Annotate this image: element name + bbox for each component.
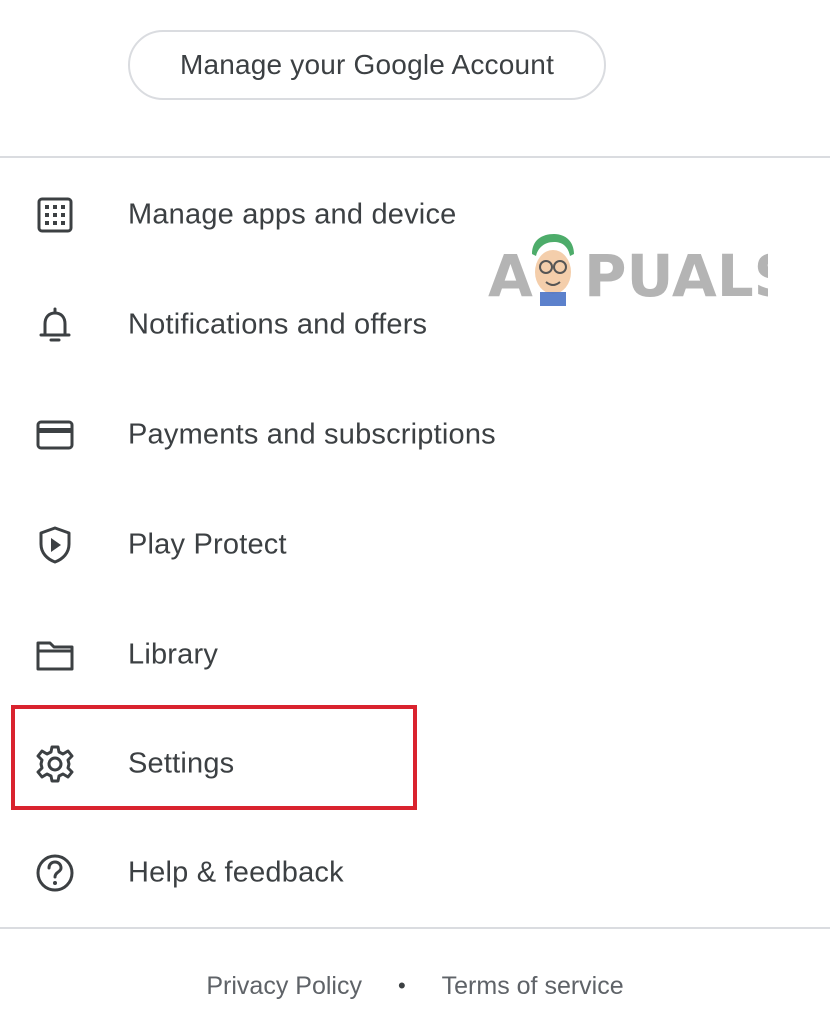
menu-item-label: Settings	[128, 747, 235, 780]
gear-icon	[34, 743, 76, 785]
shield-play-icon	[34, 524, 76, 566]
menu-item-notifications[interactable]: Notifications and offers	[0, 275, 830, 375]
menu-item-library[interactable]: Library	[0, 605, 830, 705]
menu-item-settings[interactable]: Settings	[0, 714, 830, 814]
bell-icon	[34, 304, 76, 346]
menu-item-payments[interactable]: Payments and subscriptions	[0, 385, 830, 485]
privacy-policy-link[interactable]: Privacy Policy	[206, 972, 362, 1001]
credit-card-icon	[34, 414, 76, 456]
folder-icon	[34, 634, 76, 676]
menu-item-label: Library	[128, 638, 219, 671]
footer: Privacy Policy • Terms of service	[0, 966, 830, 1006]
help-circle-icon	[34, 852, 76, 894]
top-divider	[0, 156, 830, 158]
menu-item-label: Notifications and offers	[128, 308, 428, 341]
terms-of-service-link[interactable]: Terms of service	[442, 972, 624, 1001]
footer-separator: •	[397, 973, 406, 998]
menu-item-label: Help & feedback	[128, 856, 344, 889]
bottom-divider	[0, 927, 830, 929]
menu-item-manage-apps[interactable]: Manage apps and device	[0, 165, 830, 265]
menu-item-play-protect[interactable]: Play Protect	[0, 495, 830, 595]
manage-google-account-button[interactable]: Manage your Google Account	[128, 30, 606, 100]
menu-item-help[interactable]: Help & feedback	[0, 823, 830, 923]
manage-google-account-label: Manage your Google Account	[179, 49, 555, 80]
apps-grid-icon	[34, 194, 76, 236]
menu-item-label: Play Protect	[128, 528, 287, 561]
menu-item-label: Manage apps and device	[128, 198, 457, 231]
menu-item-label: Payments and subscriptions	[128, 418, 496, 451]
